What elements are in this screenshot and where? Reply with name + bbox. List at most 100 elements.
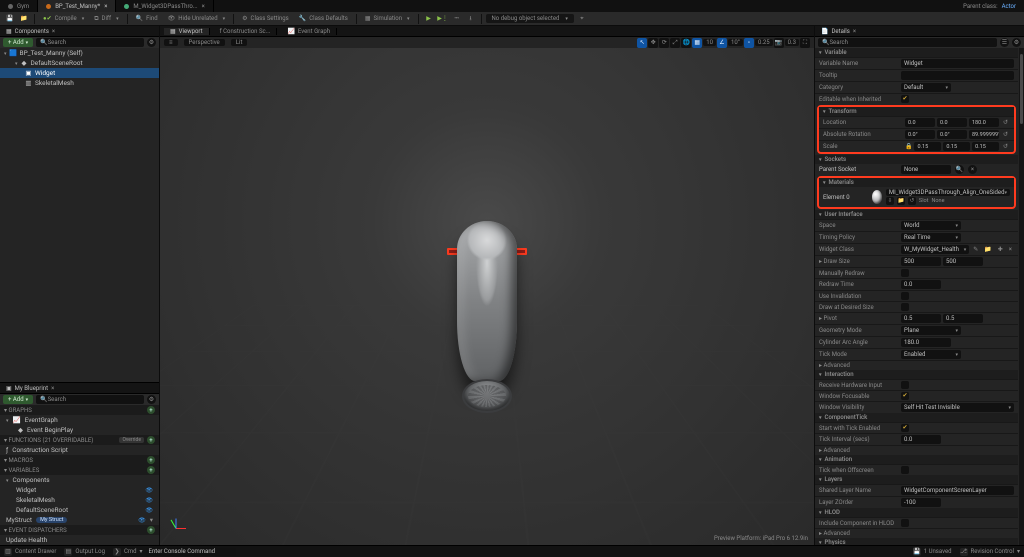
details-scrollbar[interactable] <box>1019 48 1024 545</box>
visibility-dropdown[interactable]: Self Hit Test Invisible <box>901 403 1014 412</box>
focusable-checkbox[interactable] <box>901 392 909 400</box>
functions-header[interactable]: ▾ FUNCTIONS (21 OVERRIDABLE) Override + <box>0 435 159 445</box>
step-over-button[interactable]: ⭳ <box>465 13 477 25</box>
useinvalidation-checkbox[interactable] <box>901 292 909 300</box>
debug-object-dropdown[interactable]: No debug object selected <box>486 14 574 23</box>
tickoffscreen-checkbox[interactable] <box>901 466 909 474</box>
rotation-y[interactable]: 0.0° <box>937 130 967 139</box>
redrawtime-field[interactable]: 0.0 <box>901 280 941 289</box>
location-z[interactable]: 180.0 <box>969 118 999 127</box>
revision-control-button[interactable]: ⎇ Revision Control▾ <box>960 548 1020 556</box>
category-transform[interactable]: Transform <box>819 107 1014 116</box>
output-log-button[interactable]: ▤ Output Log <box>64 548 105 556</box>
var-group-components[interactable]: Components <box>0 475 159 485</box>
myblueprint-panel-tab[interactable]: ▣ My Blueprint × <box>0 385 60 392</box>
details-scroll-area[interactable]: Variable Variable Name Widget Tooltip Ca… <box>815 48 1018 545</box>
var-mystruct[interactable]: MyStruct My Struct 👁 ▾ <box>0 515 159 525</box>
scale-y[interactable]: 0.15 <box>943 142 970 151</box>
details-settings-button[interactable]: ⚙ <box>1012 38 1021 47</box>
compile-button[interactable]: ●✔ Compile <box>39 14 88 23</box>
class-settings-button[interactable]: ⚙Class Settings <box>238 14 293 23</box>
lock-icon[interactable]: 🔒 <box>905 143 912 150</box>
chevron-down-icon[interactable]: ▾ <box>150 516 153 524</box>
tickmode-dropdown[interactable]: Enabled <box>901 350 961 359</box>
grid-snap-toggle[interactable]: ▦ <box>692 38 702 48</box>
pivot-x[interactable]: 0.5 <box>901 314 941 323</box>
close-icon[interactable]: × <box>51 385 54 392</box>
tab-gym[interactable]: Gym <box>0 0 38 12</box>
close-icon[interactable]: × <box>52 28 55 35</box>
browse-icon[interactable]: 📁 <box>982 246 993 253</box>
scale-snap-value[interactable]: 0.25 <box>755 39 773 46</box>
visibility-toggle[interactable]: 👁 <box>138 517 146 524</box>
expand-icon[interactable] <box>6 476 9 484</box>
scrollbar-thumb[interactable] <box>1020 54 1023 124</box>
class-defaults-button[interactable]: 🔧Class Defaults <box>295 14 352 23</box>
material-asset-dropdown[interactable]: MI_Widget3DPassThrough_Align_OneSided <box>886 189 1010 196</box>
browse-button[interactable]: 📁 <box>18 14 30 23</box>
drawsize-x[interactable]: 500 <box>901 257 941 266</box>
grid-snap-value[interactable]: 10 <box>703 39 716 46</box>
visibility-toggle[interactable]: 👁 <box>145 507 153 514</box>
category-layers[interactable]: Layers <box>815 475 1018 484</box>
type-pill[interactable]: My Struct <box>36 517 67 523</box>
edit-icon[interactable]: ✎ <box>971 246 980 253</box>
close-icon[interactable]: × <box>202 3 205 10</box>
component-row-root[interactable]: ◆ DefaultSceneRoot <box>0 58 159 68</box>
override-dropdown[interactable]: Override <box>119 437 144 443</box>
components-search[interactable]: 🔍 Search <box>36 38 144 47</box>
category-materials[interactable]: Materials <box>819 178 1014 187</box>
tab-construction-script[interactable]: f Construction Sc... <box>214 28 278 35</box>
visibility-toggle[interactable]: 👁 <box>145 497 153 504</box>
myblueprint-settings-button[interactable]: ⚙ <box>147 395 156 404</box>
expand-icon[interactable] <box>4 49 7 57</box>
viewport-menu[interactable]: ≡ <box>164 39 178 46</box>
graphs-header[interactable]: ▾ GRAPHS + <box>0 405 159 415</box>
tab-eventgraph[interactable]: 📈 Event Graph <box>281 28 337 35</box>
function-constructionscript[interactable]: ƒ Construction Script <box>0 445 159 455</box>
category-physics[interactable]: Physics <box>815 538 1018 545</box>
scale-z[interactable]: 0.15 <box>972 142 999 151</box>
arcangle-field[interactable]: 180.0 <box>901 338 951 347</box>
var-widget[interactable]: Widget 👁 <box>0 485 159 495</box>
expand-icon[interactable] <box>15 59 18 67</box>
play-button[interactable]: ▶ <box>423 14 435 23</box>
diff-button[interactable]: ⧉Diff <box>90 14 122 24</box>
sharedlayer-field[interactable]: WidgetComponentScreenLayer <box>901 486 1014 495</box>
find-button[interactable]: 🔍Find <box>132 14 162 23</box>
category-userinterface[interactable]: User Interface <box>815 210 1018 219</box>
angle-snap-value[interactable]: 10° <box>728 39 743 46</box>
event-beginplay[interactable]: ◆ Event BeginPlay <box>0 425 159 435</box>
camera-speed-icon[interactable]: 📷 <box>774 38 784 48</box>
drawdesired-checkbox[interactable] <box>901 303 909 311</box>
use-selected-icon[interactable]: ⇩ <box>886 197 894 205</box>
step-in-button[interactable]: ⭲ <box>451 13 463 25</box>
add-variable-button[interactable]: + <box>147 466 155 474</box>
manualredraw-checkbox[interactable] <box>901 269 909 277</box>
lit-dropdown[interactable]: Lit <box>231 39 248 46</box>
parent-class-link[interactable]: Actor <box>1002 3 1016 10</box>
scale-x[interactable]: 0.15 <box>914 142 941 151</box>
material-thumbnail[interactable] <box>872 190 882 204</box>
expand-icon[interactable] <box>6 416 9 424</box>
drawsize-y[interactable]: 500 <box>943 257 983 266</box>
details-panel-tab[interactable]: 📄 Details × <box>815 28 862 35</box>
visibility-toggle[interactable]: 👁 <box>145 487 153 494</box>
close-icon[interactable]: × <box>104 3 107 10</box>
includehlod-checkbox[interactable] <box>901 519 909 527</box>
timing-dropdown[interactable]: Real Time <box>901 233 961 242</box>
select-tool[interactable]: ↖ <box>637 38 647 48</box>
add-graph-button[interactable]: + <box>147 406 155 414</box>
scale-tool[interactable]: ⤢ <box>670 38 680 48</box>
unsaved-indicator[interactable]: 💾 1 Unsaved <box>913 548 952 556</box>
category-dropdown[interactable]: Default <box>901 83 951 92</box>
clear-icon[interactable]: × <box>1007 246 1014 253</box>
starttick-checkbox[interactable] <box>901 424 909 432</box>
clear-icon[interactable]: × <box>968 165 977 174</box>
variable-name-field[interactable]: Widget <box>901 59 1014 68</box>
parent-socket-field[interactable]: None <box>901 165 951 174</box>
category-sockets[interactable]: Sockets <box>815 155 1018 164</box>
cmd-prompt[interactable]: ❯ Cmd▾ Enter Console Command <box>113 548 236 556</box>
save-button[interactable]: 💾 <box>4 14 16 23</box>
macros-header[interactable]: ▾ MACROS + <box>0 455 159 465</box>
